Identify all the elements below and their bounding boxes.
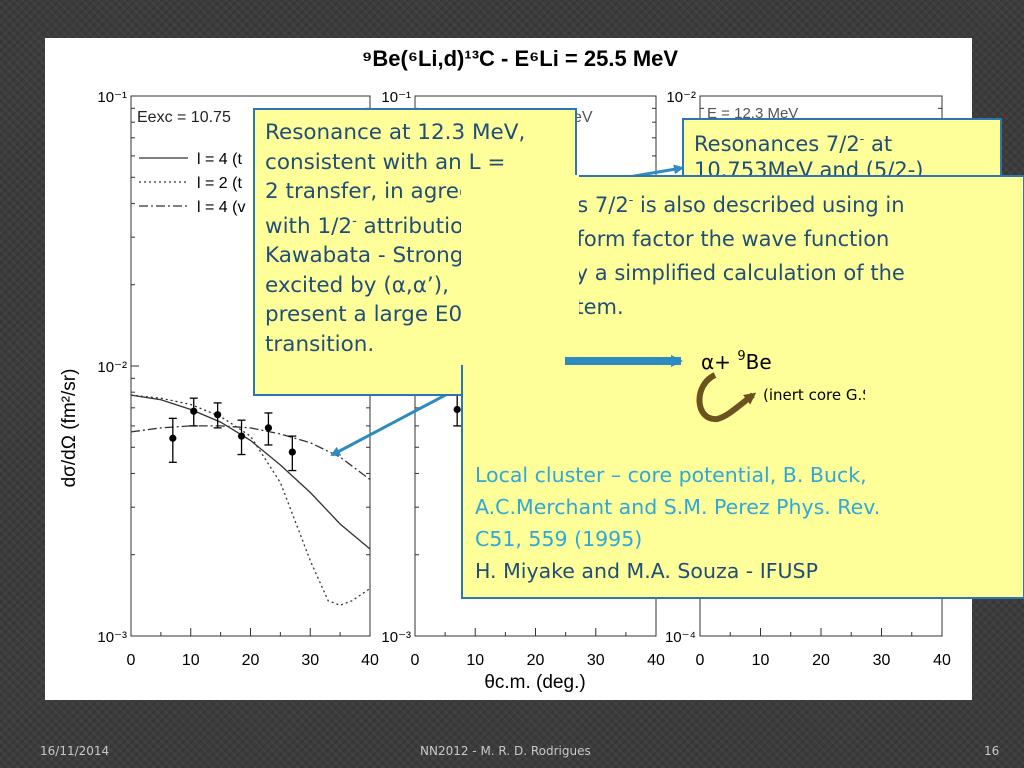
y-tick-label: 10⁻¹ — [381, 89, 411, 106]
callout-cluster-model: Resonances 7/2- is also described using … — [461, 175, 1024, 599]
x-tick-label: 20 — [812, 652, 830, 669]
callout-left-line: consistent with an L = — [265, 149, 506, 175]
callout-left-text: with 1/2 — [265, 213, 353, 239]
y-axis-label: dσ/dΩ (fm²/sr) — [59, 369, 80, 488]
cluster-alpha: α+ 9Be — [701, 349, 772, 374]
data-point — [288, 448, 296, 456]
x-tick-label: 20 — [527, 652, 545, 669]
footer-center: NN2012 - M. R. D. Rodrigues — [420, 744, 591, 758]
footer-date: 16/11/2014 — [40, 744, 110, 758]
inert-core-label: (inert core G.S.) — [763, 386, 865, 404]
footer-page-number: 16 — [984, 744, 1000, 758]
panel1-legend: l = 4 (t l = 2 (t l = 4 (v — [139, 151, 245, 216]
callout-resonances-7-2: Resonances 7/2- at 10.753MeV and (5/2-) — [682, 118, 1002, 180]
x-tick-label: 10 — [466, 652, 484, 669]
x-tick-label: 40 — [361, 652, 379, 669]
data-point — [169, 434, 177, 442]
x-tick-label: 10 — [182, 652, 200, 669]
callout-main-span: is also described using in — [633, 193, 905, 217]
data-point — [453, 405, 461, 414]
x-tick-label: 30 — [301, 652, 319, 669]
x-tick-label: 10 — [752, 652, 770, 669]
panel1-exc-label: Eexc = 10.75 — [137, 109, 231, 126]
data-point — [190, 407, 198, 415]
callout-left-line: Resonance at 12.3 MeV, — [265, 120, 526, 145]
cluster-curve-arrow — [696, 372, 757, 422]
x-tick-label: 30 — [587, 652, 605, 669]
x-tick-label: 0 — [127, 652, 136, 669]
curve-solid — [130, 394, 371, 550]
curve-dash-dot — [130, 425, 371, 481]
legend-label: l = 4 (v — [197, 199, 245, 216]
x-tick-label: 0 — [411, 652, 420, 669]
data-point — [214, 411, 222, 419]
x-tick-label: 40 — [647, 652, 665, 669]
y-tick-label: 10⁻³ — [97, 629, 127, 646]
y-tick-label: 10⁻¹ — [97, 89, 127, 106]
x-axis-label: θc.m. (deg.) — [484, 672, 585, 693]
x-tick-label: 0 — [696, 652, 705, 669]
credit-line: H. Miyake and M.A. Souza - IFUSP — [475, 559, 818, 583]
legend-label: l = 4 (t — [197, 151, 242, 168]
x-tick-label: 20 — [242, 652, 260, 669]
y-tick-label: 10⁻² — [666, 89, 696, 106]
data-point — [237, 432, 246, 440]
x-tick-label: 40 — [933, 652, 951, 669]
callout-tr-line: Resonances 7/2- at — [694, 126, 990, 157]
callout-tr-text: Resonances 7/2 — [694, 132, 860, 156]
credits: Local cluster – core potential, B. Buck,… — [475, 459, 1015, 587]
y-tick-label: 10⁻³ — [381, 629, 411, 646]
y-tick-label: 10⁻² — [97, 359, 127, 376]
credit-line: Local cluster – core potential, B. Buck, — [475, 463, 867, 487]
figure-title: ⁹Be(⁶Li,d)¹³C - E⁶Li = 25.5 MeV — [362, 46, 678, 71]
credit-line: C51, 559 (1995) — [475, 527, 643, 551]
callout-main-overlap — [461, 175, 579, 365]
credit-line: A.C.Merchant and S.M. Perez Phys. Rev. — [475, 495, 881, 519]
y-tick-label: 10⁻⁴ — [665, 629, 696, 646]
legend-label: l = 2 (t — [197, 175, 242, 192]
callout-tr-text: at — [864, 132, 893, 156]
cluster-diagram: α+ 9Be (inert core G.S.) — [565, 349, 865, 422]
x-tick-label: 30 — [873, 652, 891, 669]
data-point — [264, 424, 273, 432]
curve-dotted — [130, 394, 371, 606]
